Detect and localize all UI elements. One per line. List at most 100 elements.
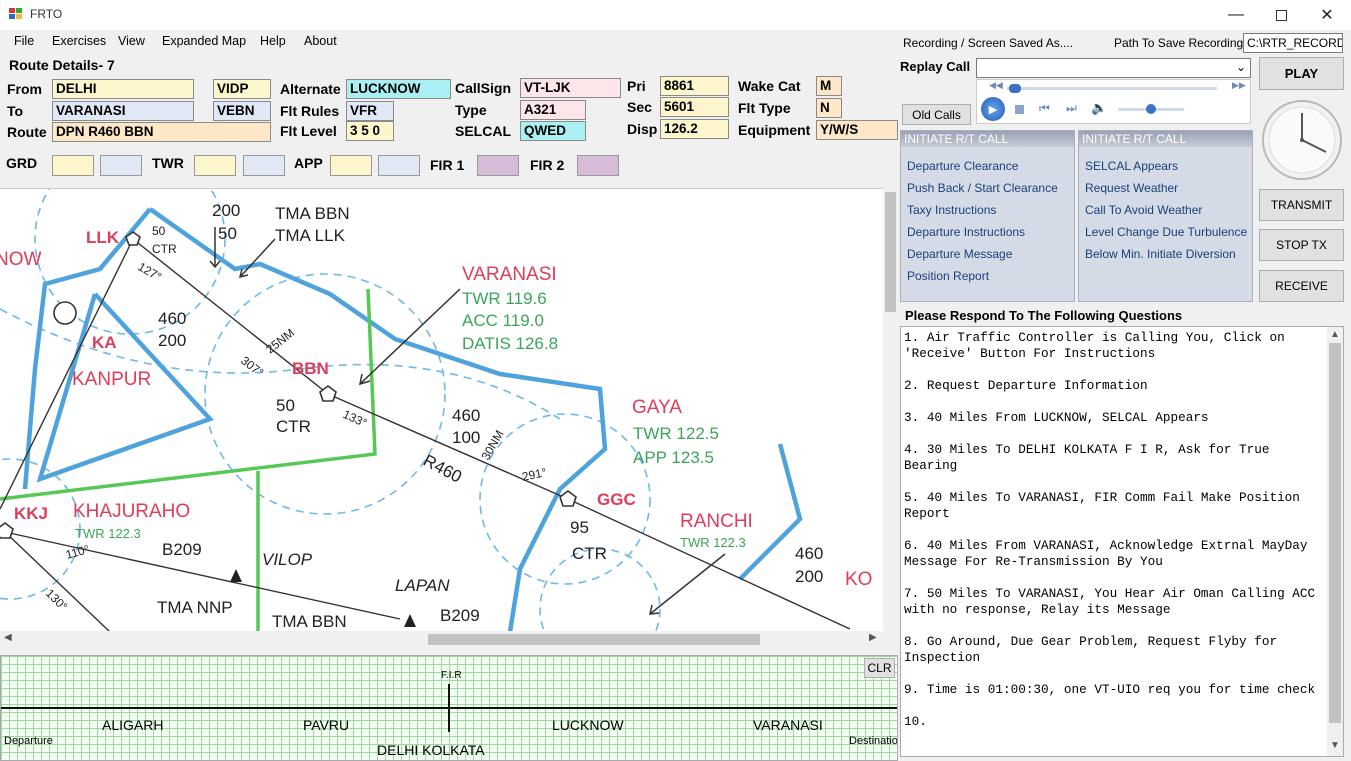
- player-seek-thumb[interactable]: [1009, 84, 1021, 93]
- twr-box-1[interactable]: [194, 155, 236, 176]
- strip-fir-marker: [448, 684, 450, 732]
- scroll-up-icon[interactable]: ▲: [1330, 329, 1340, 340]
- questions-scroll-thumb[interactable]: [1329, 343, 1341, 723]
- map-label-50: 50: [218, 224, 237, 243]
- stop-tx-button[interactable]: STOP TX: [1259, 229, 1344, 261]
- map-label-now: NOW: [0, 249, 42, 270]
- clr-button[interactable]: CLR: [864, 658, 895, 678]
- rt-item-position-report[interactable]: Position Report: [907, 269, 989, 283]
- minimize-button[interactable]: —: [1213, 0, 1259, 30]
- rt-item-level-change[interactable]: Level Change Due Turbulence: [1085, 225, 1247, 239]
- wake-cat-field[interactable]: M: [816, 76, 842, 96]
- rt-item-avoid-weather[interactable]: Call To Avoid Weather: [1085, 203, 1202, 217]
- map-label-110: 110°: [64, 542, 91, 562]
- flt-type-field[interactable]: N: [816, 98, 842, 118]
- rt-item-departure-instructions[interactable]: Departure Instructions: [907, 225, 1025, 239]
- alternate-field[interactable]: LUCKNOW: [346, 79, 451, 99]
- map-label-vilop: VILOP: [262, 550, 313, 569]
- map-hscroll-thumb[interactable]: [428, 634, 760, 645]
- player-volume-thumb[interactable]: [1146, 104, 1156, 114]
- map-label-ka: KA: [92, 333, 117, 352]
- fir1-box[interactable]: [477, 155, 519, 176]
- questions-textbox[interactable]: 1. Air Traffic Controller is Calling You…: [900, 326, 1344, 757]
- app-box-1[interactable]: [330, 155, 372, 176]
- flt-rules-label: Flt Rules: [280, 103, 340, 119]
- menu-file[interactable]: File: [14, 34, 34, 48]
- menu-help[interactable]: Help: [260, 34, 286, 48]
- transmit-button[interactable]: TRANSMIT: [1259, 189, 1344, 221]
- sec-label: Sec: [627, 99, 652, 115]
- maximize-button[interactable]: [1258, 0, 1304, 30]
- map-horizontal-scrollbar[interactable]: ◀ ▶: [0, 631, 883, 648]
- route-map[interactable]: TMA BBN TMA LLK 200 50 460 200 50 CTR 46…: [0, 188, 883, 631]
- flt-rules-field[interactable]: VFR: [346, 101, 394, 121]
- map-vscroll-thumb[interactable]: [885, 192, 896, 312]
- selcal-field[interactable]: QWED: [520, 121, 586, 141]
- flt-level-field[interactable]: 3 5 0: [346, 121, 394, 141]
- rt-item-push-back[interactable]: Push Back / Start Clearance: [907, 181, 1058, 195]
- scroll-left-icon[interactable]: ◀: [4, 632, 12, 643]
- rt-item-diversion[interactable]: Below Min. Initiate Diversion: [1085, 247, 1236, 261]
- type-field[interactable]: A321: [520, 100, 586, 120]
- map-label-var-datis: DATIS 126.8: [462, 334, 558, 353]
- map-label-460c: 460: [795, 544, 823, 563]
- replay-call-select[interactable]: ⌄: [976, 58, 1251, 78]
- map-vertical-scrollbar[interactable]: [883, 188, 898, 631]
- app-box-2[interactable]: [378, 155, 420, 176]
- map-label-25nm: 25NM: [263, 326, 297, 357]
- wake-cat-label: Wake Cat: [738, 78, 801, 94]
- menu-expanded-map[interactable]: Expanded Map: [162, 34, 246, 48]
- rt-item-departure-message[interactable]: Departure Message: [907, 247, 1012, 261]
- from-code-field[interactable]: VIDP: [213, 79, 271, 99]
- rt-item-taxy[interactable]: Taxy Instructions: [907, 203, 996, 217]
- fir2-box[interactable]: [577, 155, 619, 176]
- receive-button[interactable]: RECEIVE: [1259, 270, 1344, 302]
- player-seek-bar[interactable]: [1007, 87, 1217, 90]
- map-label-bbn: BBN: [292, 359, 329, 378]
- player-volume-icon[interactable]: 🔈: [1091, 100, 1107, 116]
- menu-view[interactable]: View: [118, 34, 145, 48]
- path-label: Path To Save Recordings: [1114, 36, 1250, 50]
- sec-field[interactable]: 5601: [660, 97, 729, 117]
- route-field[interactable]: DPN R460 BBN: [52, 122, 271, 142]
- equipment-field[interactable]: Y/W/S: [816, 120, 898, 140]
- scroll-right-icon[interactable]: ▶: [869, 632, 877, 643]
- to-code-field[interactable]: VEBN: [213, 101, 271, 121]
- disp-field[interactable]: 126.2: [660, 119, 729, 139]
- questions-scrollbar[interactable]: ▲ ▼: [1327, 327, 1343, 756]
- route-header: Route Details- 7: [9, 57, 115, 73]
- player-stop-icon[interactable]: [1015, 105, 1024, 114]
- map-label-b209: B209: [162, 540, 202, 559]
- map-label-khaj-twr: TWR 122.3: [75, 526, 141, 541]
- twr-box-2[interactable]: [243, 155, 285, 176]
- player-forward-icon[interactable]: ▶▶: [1232, 80, 1246, 91]
- play-button[interactable]: PLAY: [1259, 57, 1344, 90]
- from-field[interactable]: DELHI: [52, 79, 194, 99]
- map-label-200b: 200: [158, 331, 186, 350]
- disp-label: Disp: [627, 121, 658, 137]
- map-label-200c: 200: [795, 567, 823, 586]
- rt-item-selcal[interactable]: SELCAL Appears: [1085, 159, 1178, 173]
- grd-box-2[interactable]: [100, 155, 142, 176]
- window-title: FRTO: [30, 7, 63, 21]
- to-field[interactable]: VARANASI: [52, 101, 194, 121]
- callsign-field[interactable]: VT-LJK: [520, 78, 621, 98]
- old-calls-button[interactable]: Old Calls: [902, 104, 971, 125]
- close-button[interactable]: ✕: [1304, 0, 1350, 30]
- scroll-down-icon[interactable]: ▼: [1330, 740, 1340, 751]
- rt-call-panel-right: INITIATE R/T CALL SELCAL Appears Request…: [1078, 130, 1253, 302]
- rt-item-request-weather[interactable]: Request Weather: [1085, 181, 1178, 195]
- map-label-tma-bbn-b: TMA BBN: [272, 612, 347, 631]
- menu-about[interactable]: About: [304, 34, 337, 48]
- player-next-icon[interactable]: ⏭: [1066, 101, 1077, 116]
- player-rewind-icon[interactable]: ◀◀: [989, 80, 1003, 91]
- player-prev-icon[interactable]: ⏮: [1039, 101, 1050, 116]
- map-label-460: 460: [158, 309, 186, 328]
- player-play-icon[interactable]: ▶: [981, 97, 1005, 121]
- menu-exercises[interactable]: Exercises: [52, 34, 106, 48]
- map-label-tma-bbn: TMA BBN: [275, 204, 350, 223]
- path-input[interactable]: C:\RTR_RECORDI: [1243, 33, 1343, 53]
- rt-item-departure-clearance[interactable]: Departure Clearance: [907, 159, 1018, 173]
- grd-box-1[interactable]: [52, 155, 94, 176]
- pri-field[interactable]: 8861: [660, 76, 729, 96]
